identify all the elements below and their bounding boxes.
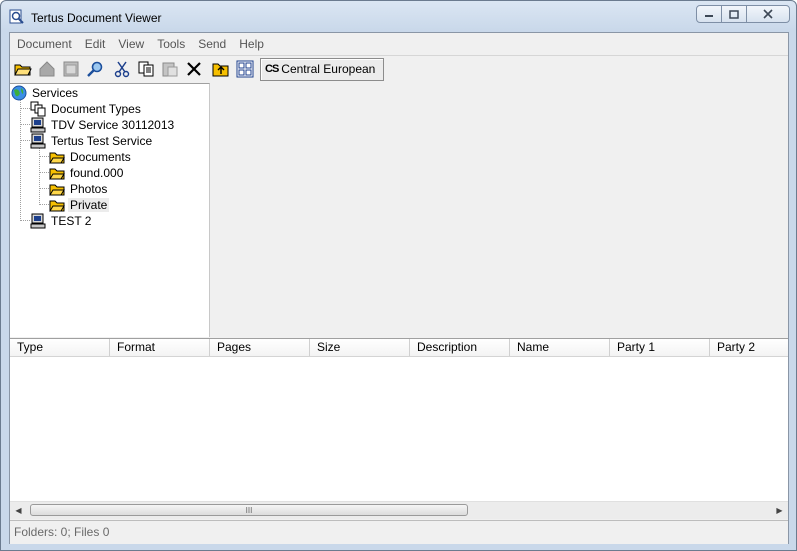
close-icon xyxy=(763,9,773,19)
folder-up-button[interactable] xyxy=(210,58,232,80)
column-header-party-1[interactable]: Party 1 xyxy=(610,339,710,356)
column-header-type[interactable]: Type xyxy=(10,339,110,356)
cut-icon xyxy=(114,61,130,78)
file-list[interactable]: Type Format Pages Size Description Name … xyxy=(10,338,788,519)
tree-item-label: TEST 2 xyxy=(51,214,92,228)
tree-item-test-2[interactable]: TEST 2 xyxy=(30,213,93,229)
tree-item-tertus-test-service[interactable]: Tertus Test Service xyxy=(30,133,154,149)
preview-pane xyxy=(210,83,788,336)
minimize-button[interactable] xyxy=(696,5,722,23)
delete-icon xyxy=(187,62,201,76)
minimize-icon xyxy=(705,15,713,17)
delete-button[interactable] xyxy=(183,58,205,80)
home-icon xyxy=(39,61,55,77)
toolbar: CS Central European xyxy=(10,56,788,82)
maximize-button[interactable] xyxy=(721,5,747,23)
window-title: Tertus Document Viewer xyxy=(31,11,162,25)
column-header-party-2[interactable]: Party 2 xyxy=(710,339,788,356)
document-viewer-icon xyxy=(9,9,24,24)
globe-icon xyxy=(11,85,27,101)
maximize-icon xyxy=(729,9,739,19)
document-types-icon xyxy=(30,101,46,117)
status-text: Folders: 0; Files 0 xyxy=(14,525,110,539)
tree-item-services[interactable]: Services xyxy=(11,85,80,101)
folder-icon xyxy=(49,152,65,164)
computer-icon xyxy=(30,213,46,229)
folder-icon xyxy=(49,184,65,196)
column-header-format[interactable]: Format xyxy=(110,339,210,356)
encoding-label: Central European xyxy=(281,62,376,76)
chevron-left-icon: ◀ xyxy=(15,506,22,515)
grip-icon: III xyxy=(245,505,253,515)
scroll-left-button[interactable]: ◀ xyxy=(10,502,27,519)
window-button[interactable] xyxy=(60,58,82,80)
scrollbar-thumb[interactable]: III xyxy=(30,504,468,516)
computer-icon xyxy=(30,117,46,133)
cut-button[interactable] xyxy=(111,58,133,80)
scroll-right-button[interactable]: ▶ xyxy=(771,502,788,519)
menu-tools[interactable]: Tools xyxy=(150,37,191,51)
horizontal-scrollbar[interactable]: ◀ III ▶ xyxy=(10,501,788,519)
caption-buttons xyxy=(696,5,790,25)
column-header-description[interactable]: Description xyxy=(410,339,510,356)
search-button[interactable] xyxy=(84,58,106,80)
tree-item-label: Document Types xyxy=(51,102,141,116)
folder-icon xyxy=(49,200,65,212)
tree-item-private[interactable]: Private xyxy=(49,197,110,213)
home-button[interactable] xyxy=(36,58,58,80)
title-bar[interactable]: Tertus Document Viewer xyxy=(1,1,796,33)
column-header-name[interactable]: Name xyxy=(510,339,610,356)
menu-bar: Document Edit View Tools Send Help xyxy=(10,33,788,56)
tree-item-tdv-service[interactable]: TDV Service 30112013 xyxy=(30,117,176,133)
window-icon xyxy=(63,61,79,77)
paste-icon xyxy=(162,62,178,77)
tree-item-documents[interactable]: Documents xyxy=(49,149,133,165)
menu-document[interactable]: Document xyxy=(10,37,78,51)
folder-icon xyxy=(49,168,65,180)
tree-item-document-types[interactable]: Document Types xyxy=(30,101,143,117)
tree-item-label: Private xyxy=(68,198,110,212)
tree-item-label: Photos xyxy=(70,182,108,196)
column-header-pages[interactable]: Pages xyxy=(210,339,310,356)
column-header-size[interactable]: Size xyxy=(310,339,410,356)
client-area: Document Edit View Tools Send Help CS Ce… xyxy=(9,32,789,544)
file-list-header: Type Format Pages Size Description Name … xyxy=(10,339,788,357)
menu-edit[interactable]: Edit xyxy=(78,37,112,51)
tree-item-label: found.000 xyxy=(70,166,124,180)
encoding-button[interactable]: CS Central European xyxy=(260,57,385,81)
app-window: Tertus Document Viewer Document Edit Vie… xyxy=(0,0,797,551)
status-bar: Folders: 0; Files 0 xyxy=(10,520,788,544)
tree-item-label: Tertus Test Service xyxy=(51,134,153,148)
paste-button[interactable] xyxy=(159,58,181,80)
tree-item-found-000[interactable]: found.000 xyxy=(49,165,125,181)
menu-view[interactable]: View xyxy=(111,37,150,51)
copy-icon xyxy=(138,61,154,77)
copy-button[interactable] xyxy=(135,58,157,80)
thumbnails-icon xyxy=(236,60,254,78)
chevron-right-icon: ▶ xyxy=(776,506,783,515)
menu-send[interactable]: Send xyxy=(191,37,232,51)
thumbnails-button[interactable] xyxy=(234,58,256,80)
close-button[interactable] xyxy=(746,5,790,23)
search-icon xyxy=(87,61,103,77)
tree-item-label: TDV Service 30112013 xyxy=(51,118,175,132)
computer-icon xyxy=(30,133,46,149)
folder-up-icon xyxy=(212,63,229,77)
tree-item-label: Services xyxy=(32,86,79,100)
tree-item-label: Documents xyxy=(70,150,131,164)
encoding-icon: CS xyxy=(265,63,279,75)
open-folder-button[interactable] xyxy=(12,58,34,80)
services-tree[interactable]: Services Document Types TDV Service 3011… xyxy=(10,83,210,337)
open-folder-icon xyxy=(14,64,32,76)
tree-item-photos[interactable]: Photos xyxy=(49,181,109,197)
menu-help[interactable]: Help xyxy=(232,37,270,51)
